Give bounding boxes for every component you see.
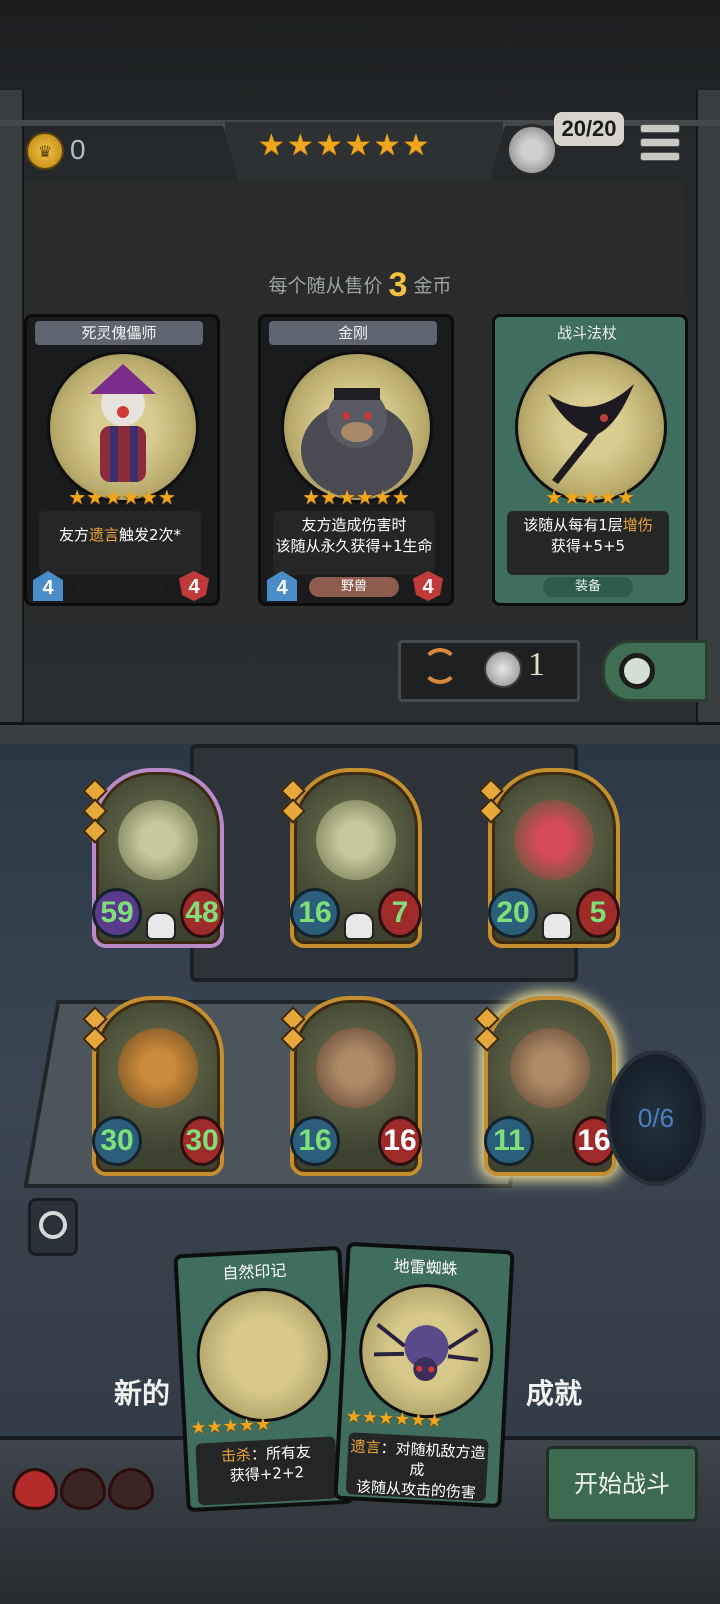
card-attack: 4 bbox=[33, 571, 63, 601]
swamp-witch-face bbox=[118, 800, 198, 880]
life-heart-icon bbox=[12, 1468, 58, 1510]
desc-text: ：所有友 bbox=[250, 1442, 312, 1464]
silver-coin-icon bbox=[484, 650, 522, 688]
desc-line: 该随从每有1层增伤 bbox=[507, 515, 669, 536]
skull-icon bbox=[344, 912, 374, 940]
card-health: 4 bbox=[179, 571, 209, 601]
gold-coin-icon: ♛ bbox=[26, 132, 64, 170]
minion-attack: 30 bbox=[92, 1116, 142, 1166]
minion-health: 30 bbox=[180, 1116, 224, 1166]
minion-attack: 16 bbox=[290, 1116, 340, 1166]
card-stars: ★★★★★ bbox=[189, 1413, 272, 1439]
card-tag-equip: 装备 bbox=[543, 577, 633, 597]
bat-staff-portrait bbox=[515, 351, 667, 503]
card-stars: ★★★★★★ bbox=[68, 485, 176, 509]
desc-text: ：对随机敌方造成 bbox=[380, 1438, 486, 1480]
start-battle-button[interactable]: 开始战斗 bbox=[546, 1446, 698, 1522]
shop-card-battle-staff[interactable]: 战斗法杖 ★★★★★ 该随从每有1层增伤 获得+5+5 装备 bbox=[492, 314, 688, 606]
desc-text: 友方 bbox=[58, 526, 89, 544]
menu-icon[interactable] bbox=[640, 124, 680, 161]
minion-attack: 20 bbox=[488, 888, 538, 938]
player-health: 20/20 bbox=[554, 112, 624, 146]
minion-attack: 59 bbox=[92, 888, 142, 938]
sell-price-text: 每个随从售价 3 金币 bbox=[0, 266, 720, 305]
minion-card[interactable]: 20 5 bbox=[478, 768, 620, 948]
gold-count: 0 bbox=[70, 134, 86, 165]
treant-face bbox=[316, 1028, 396, 1108]
treant-face bbox=[510, 1028, 590, 1108]
minion-health: 48 bbox=[180, 888, 224, 938]
minion-card[interactable]: 59 48 bbox=[82, 768, 224, 948]
desc-line: 获得+5+5 bbox=[550, 537, 626, 555]
minion-attack: 16 bbox=[290, 888, 340, 938]
card-stars: ★★★★★ bbox=[545, 485, 635, 509]
desc-keyword: 增伤 bbox=[622, 516, 653, 534]
skull-icon bbox=[146, 912, 176, 940]
pumpkin-face bbox=[118, 1028, 198, 1108]
refresh-icon[interactable] bbox=[422, 648, 458, 684]
desc-line: 友方造成伤害时 bbox=[301, 516, 407, 534]
minion-health: 5 bbox=[576, 888, 620, 938]
card-description: 击杀：所有友 获得+2+2 bbox=[195, 1436, 339, 1506]
clown-puppet-portrait bbox=[47, 351, 199, 503]
search-icon bbox=[619, 653, 655, 689]
card-title: 死灵傀儡师 bbox=[35, 321, 203, 345]
card-attack: 4 bbox=[267, 571, 297, 601]
minion-card-selected[interactable]: 11 16 bbox=[474, 996, 616, 1176]
minion-health: 7 bbox=[378, 888, 422, 938]
desc-keyword: 遗言 bbox=[350, 1437, 382, 1457]
card-title: 自然印记 bbox=[221, 1260, 287, 1284]
board-search-button[interactable] bbox=[28, 1198, 78, 1256]
desc-text: 触发2次* bbox=[118, 526, 182, 544]
piranha-plant-face bbox=[514, 800, 594, 880]
desc-keyword: 遗言 bbox=[88, 526, 119, 544]
tavern-tier-stars: ★★★★★★ bbox=[258, 128, 432, 163]
minion-health: 16 bbox=[378, 1116, 422, 1166]
card-health: 4 bbox=[413, 571, 443, 601]
card-stars: ★★★★★★ bbox=[302, 485, 410, 509]
hand-card-mine-spider[interactable]: 地雷蜘蛛 ★★★★★★ 遗言：对随机敌方造成 该随从攻击的伤害 bbox=[333, 1241, 515, 1509]
achievement-banner-left: 新的 bbox=[114, 1377, 171, 1410]
card-description: 遗言：对随机敌方造成 该随从攻击的伤害 bbox=[345, 1432, 489, 1502]
minion-card[interactable]: 30 30 bbox=[82, 996, 224, 1176]
nature-crystal-portrait bbox=[193, 1284, 335, 1426]
card-title: 战斗法杖 bbox=[503, 321, 671, 345]
card-tag-beast: 野兽 bbox=[309, 577, 399, 597]
gorilla-portrait bbox=[281, 351, 433, 503]
card-description: 友方造成伤害时 该随从永久获得+1生命 bbox=[273, 511, 435, 575]
sell-suffix: 金币 bbox=[413, 275, 452, 297]
player-avatar[interactable] bbox=[506, 124, 558, 176]
sell-prefix: 每个随从售价 bbox=[268, 275, 383, 297]
shop-card-necro-puppeteer[interactable]: 死灵傀儡师 ★★★★★★ 友方遗言触发2次* 4 4 bbox=[24, 314, 220, 606]
card-title: 地雷蜘蛛 bbox=[393, 1256, 459, 1279]
card-description: 友方遗言触发2次* bbox=[39, 511, 201, 575]
desc-text: 该随从每有1层 bbox=[523, 516, 623, 534]
spider-portrait bbox=[355, 1280, 497, 1422]
minion-card[interactable]: 16 16 bbox=[280, 996, 422, 1176]
card-tag bbox=[75, 577, 165, 597]
minion-card[interactable]: 16 7 bbox=[280, 768, 422, 948]
skull-icon bbox=[542, 912, 572, 940]
hand-card-nature-mark[interactable]: 自然印记 ★★★★★ 击杀：所有友 获得+2+2 bbox=[173, 1245, 355, 1513]
achievement-banner-right: 成就 bbox=[526, 1377, 583, 1410]
sell-amount: 3 bbox=[388, 266, 408, 304]
card-title: 金刚 bbox=[269, 321, 437, 345]
desc-line: 该随从永久获得+1生命 bbox=[275, 537, 433, 555]
shop-search-button[interactable] bbox=[602, 640, 708, 702]
frame-left bbox=[0, 90, 24, 740]
desc-keyword: 击杀 bbox=[220, 1445, 252, 1466]
life-heart-empty-icon bbox=[60, 1468, 106, 1510]
refresh-cost: 1 bbox=[528, 646, 545, 683]
shop-card-king-kong[interactable]: 金刚 ★★★★★★ 友方造成伤害时 该随从永久获得+1生命 野兽 4 4 bbox=[258, 314, 454, 606]
search-icon bbox=[39, 1211, 67, 1239]
life-heart-empty-icon bbox=[108, 1468, 154, 1510]
card-description: 该随从每有1层增伤 获得+5+5 bbox=[507, 511, 669, 575]
minion-attack: 11 bbox=[484, 1116, 534, 1166]
swamp-witch-face bbox=[316, 800, 396, 880]
board-counter: 0/6 bbox=[606, 1050, 706, 1186]
